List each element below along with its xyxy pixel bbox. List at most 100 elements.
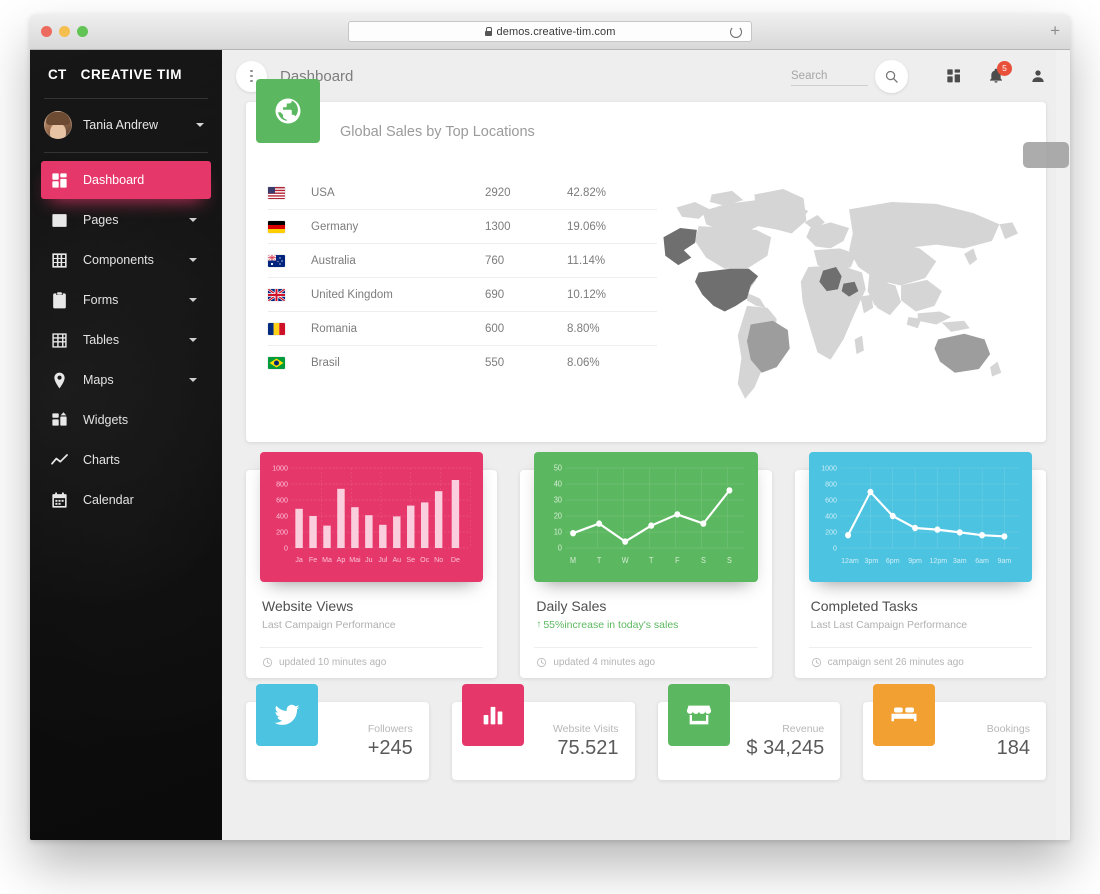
sales-value: 690 [485,288,505,301]
svg-text:400: 400 [276,511,288,520]
close-window-button[interactable] [41,26,52,37]
sidebar-item-maps[interactable]: Maps [41,361,211,399]
globe-icon-badge [256,79,320,143]
world-map[interactable] [657,176,1030,408]
sidebar-item-calendar[interactable]: Calendar [41,481,211,519]
content-area: Global Sales by Top Locations USA 2920 4… [222,79,1070,780]
svg-text:No: No [434,555,443,564]
apps-grid-button[interactable] [946,68,962,84]
lock-icon [484,27,493,36]
sidebar-item-widgets[interactable]: Widgets [41,401,211,439]
sidebar-item-dashboard[interactable]: Dashboard [41,161,211,199]
svg-text:3pm: 3pm [864,556,878,565]
sidebar-item-label: Tables [83,333,120,347]
website-visits-stat-card[interactable]: Website Visits 75.521 [451,684,635,780]
table-row[interactable]: USA 2920 42.82% [268,176,657,210]
scrollbar-track[interactable] [1056,50,1070,840]
stat-value: 75.521 [557,736,619,759]
sidebar-item-components[interactable]: Components [41,241,211,279]
chevron-down-icon[interactable] [189,338,197,342]
card-subtitle: Last Campaign Performance [262,619,396,631]
svg-text:0: 0 [833,543,837,552]
minimize-window-button[interactable] [59,26,70,37]
browser-window: demos.creative-tim.com + CT CREATIVE TIM… [30,14,1070,840]
stat-value: 184 [996,736,1030,759]
widgets-icon [52,411,67,426]
twitter-icon [274,704,300,725]
svg-text:12pm: 12pm [929,556,947,565]
chevron-down-icon[interactable] [196,123,204,127]
chart-cards-row: 1000 800 600 400 200 0 Ja Fe Ma Ap Mai Ju Jul Au S… [246,452,1046,678]
main-content: Dashboard Search 5 Global Sales by Top L… [222,50,1070,840]
table-row[interactable]: Romania 600 8.80% [268,312,657,346]
svg-text:Ja: Ja [295,555,303,564]
country-name: Australia [311,254,356,267]
card-title: Completed Tasks [810,598,918,614]
calendar-icon [52,491,67,508]
chevron-down-icon[interactable] [189,258,197,262]
sidebar-item-label: Calendar [83,493,134,507]
completed-tasks-chart[interactable]: 1000 800 600 400 200 0 12am 3pm 6pm 9pm 12pm 3am… [808,452,1032,582]
bar-chart-icon-badge [461,684,524,746]
sidebar: CT CREATIVE TIM Tania Andrew Dashboard P… [30,50,222,840]
sidebar-item-label: Forms [83,293,119,307]
table-row[interactable]: Germany 1300 19.06% [268,210,657,244]
sales-percent: 11.14% [567,254,606,267]
followers-stat-card[interactable]: Followers +245 [246,684,429,780]
arrow-up-icon: ↑ [536,619,542,630]
stat-text: Followers +245 [368,723,413,760]
page-title: Dashboard [280,67,354,85]
table-row[interactable]: United Kingdom 690 10.12% [268,278,657,312]
search-input[interactable] [791,66,868,86]
sidebar-item-forms[interactable]: Forms [41,281,211,319]
sales-percent: 19.06% [567,220,607,233]
url-text: demos.creative-tim.com [496,25,616,38]
completed-tasks-card: 1000 800 600 400 200 0 12am 3pm 6pm 9pm 12pm 3am… [794,452,1046,678]
sidebar-item-pages[interactable]: Pages [41,201,211,239]
sidebar-item-tables[interactable]: Tables [41,321,211,359]
bookings-stat-card[interactable]: Bookings 184 [863,684,1046,780]
brand[interactable]: CT CREATIVE TIM [30,50,222,98]
flag-gb-icon [268,288,285,301]
address-bar[interactable]: demos.creative-tim.com [348,21,752,42]
new-tab-button[interactable]: + [1050,22,1060,39]
table-row[interactable]: Brasil 550 8.06% [268,346,657,380]
footer-text: updated 4 minutes ago [553,657,656,668]
globe-icon [275,98,301,124]
line-chart-svg: 50 40 30 20 10 0 M T W T F S S [554,463,745,565]
bar-chart-icon [483,706,503,725]
browser-titlebar: demos.creative-tim.com + [30,14,1070,50]
chevron-down-icon[interactable] [189,298,197,302]
flag-br-icon [268,357,285,369]
bar-chart-svg: 1000 800 600 400 200 0 Ja Fe Ma Ap Mai Ju Jul Au S… [272,463,471,564]
clock-icon [537,657,547,668]
revenue-stat-card[interactable]: Revenue $ 34,245 [657,684,841,780]
scrollbar-thumb[interactable] [1023,142,1069,168]
window-controls[interactable] [41,26,88,37]
notifications-button[interactable]: 5 [988,61,1012,84]
sidebar-user-block[interactable]: Tania Andrew [30,99,222,152]
clipboard-icon [53,291,66,308]
daily-sales-chart[interactable]: 50 40 30 20 10 0 M T W T F S S [534,452,758,582]
card-subtitle: Last Last Campaign Performance [810,619,968,631]
grid-icon [52,252,67,268]
chevron-down-icon[interactable] [189,218,197,222]
maximize-window-button[interactable] [77,26,88,37]
twitter-icon-badge [256,684,318,746]
sidebar-item-charts[interactable]: Charts [41,441,211,479]
sales-percent: 8.80% [567,322,600,335]
svg-text:600: 600 [276,495,288,504]
sales-value: 1300 [485,220,511,233]
profile-button[interactable] [1030,68,1046,84]
svg-text:10: 10 [554,527,562,536]
svg-text:Ap: Ap [337,555,346,564]
svg-text:S: S [701,556,706,565]
notification-badge: 5 [997,61,1012,76]
search-button[interactable] [875,59,908,93]
clock-icon [262,657,273,668]
svg-text:9am: 9am [997,556,1011,565]
reload-icon[interactable] [730,26,742,38]
chevron-down-icon[interactable] [189,378,197,382]
website-views-chart[interactable]: 1000 800 600 400 200 0 Ja Fe Ma Ap Mai Ju Jul Au S… [260,452,484,582]
table-row[interactable]: Australia 760 11.14% [268,244,657,278]
